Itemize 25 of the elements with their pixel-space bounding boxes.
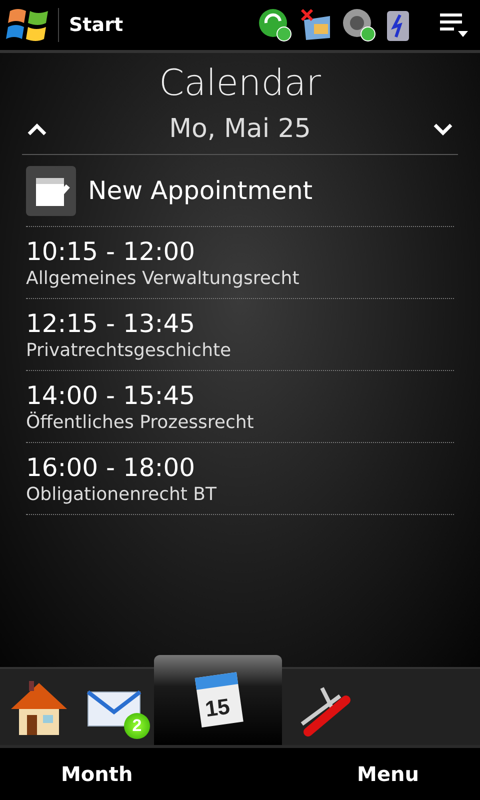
calendar-title: Calendar <box>158 63 322 104</box>
appointment-subject: Allgemeines Verwaltungsrecht <box>26 268 300 289</box>
appointment-subject: Öffentliches Prozessrecht <box>26 412 255 433</box>
soft-key-button[interactable]: Menu <box>353 758 423 790</box>
date-label: Mo, Mai 25 <box>169 114 311 144</box>
chevron-up-icon <box>26 122 48 136</box>
calendar-edit-icon <box>26 166 76 216</box>
start-title: Start <box>58 8 250 42</box>
appointment-time: 12:15 - 13:45 <box>26 308 196 340</box>
soft-key-button[interactable]: Month <box>57 758 137 790</box>
appointment-item[interactable]: 12:15 - 13:45 Privatrechtsgeschichte <box>26 299 454 371</box>
appointment-item[interactable]: 14:00 - 15:45 Öffentliches Prozessrecht <box>26 371 454 443</box>
appointment-time: 14:00 - 15:45 <box>26 380 196 412</box>
new-appointment-button[interactable]: New Appointment <box>26 155 454 227</box>
appointment-item[interactable]: 10:15 - 12:00 Allgemeines Verwaltungsrecht <box>26 227 454 299</box>
chevron-down-icon <box>432 122 454 136</box>
sync-icon[interactable] <box>258 8 292 42</box>
appointment-time: 10:15 - 12:00 <box>26 236 196 268</box>
appointment-time: 16:00 - 18:00 <box>26 452 196 484</box>
app-tab[interactable]: 15 <box>154 655 282 745</box>
speaker-icon[interactable] <box>342 8 376 42</box>
appointment-item[interactable]: 16:00 - 18:00 Obligationenrecht BT <box>26 443 454 515</box>
appointment-subject: Privatrechtsgeschichte <box>26 340 232 361</box>
appointment-subject: Obligationenrecht BT <box>26 484 218 505</box>
unread-badge: 2 <box>124 713 150 739</box>
